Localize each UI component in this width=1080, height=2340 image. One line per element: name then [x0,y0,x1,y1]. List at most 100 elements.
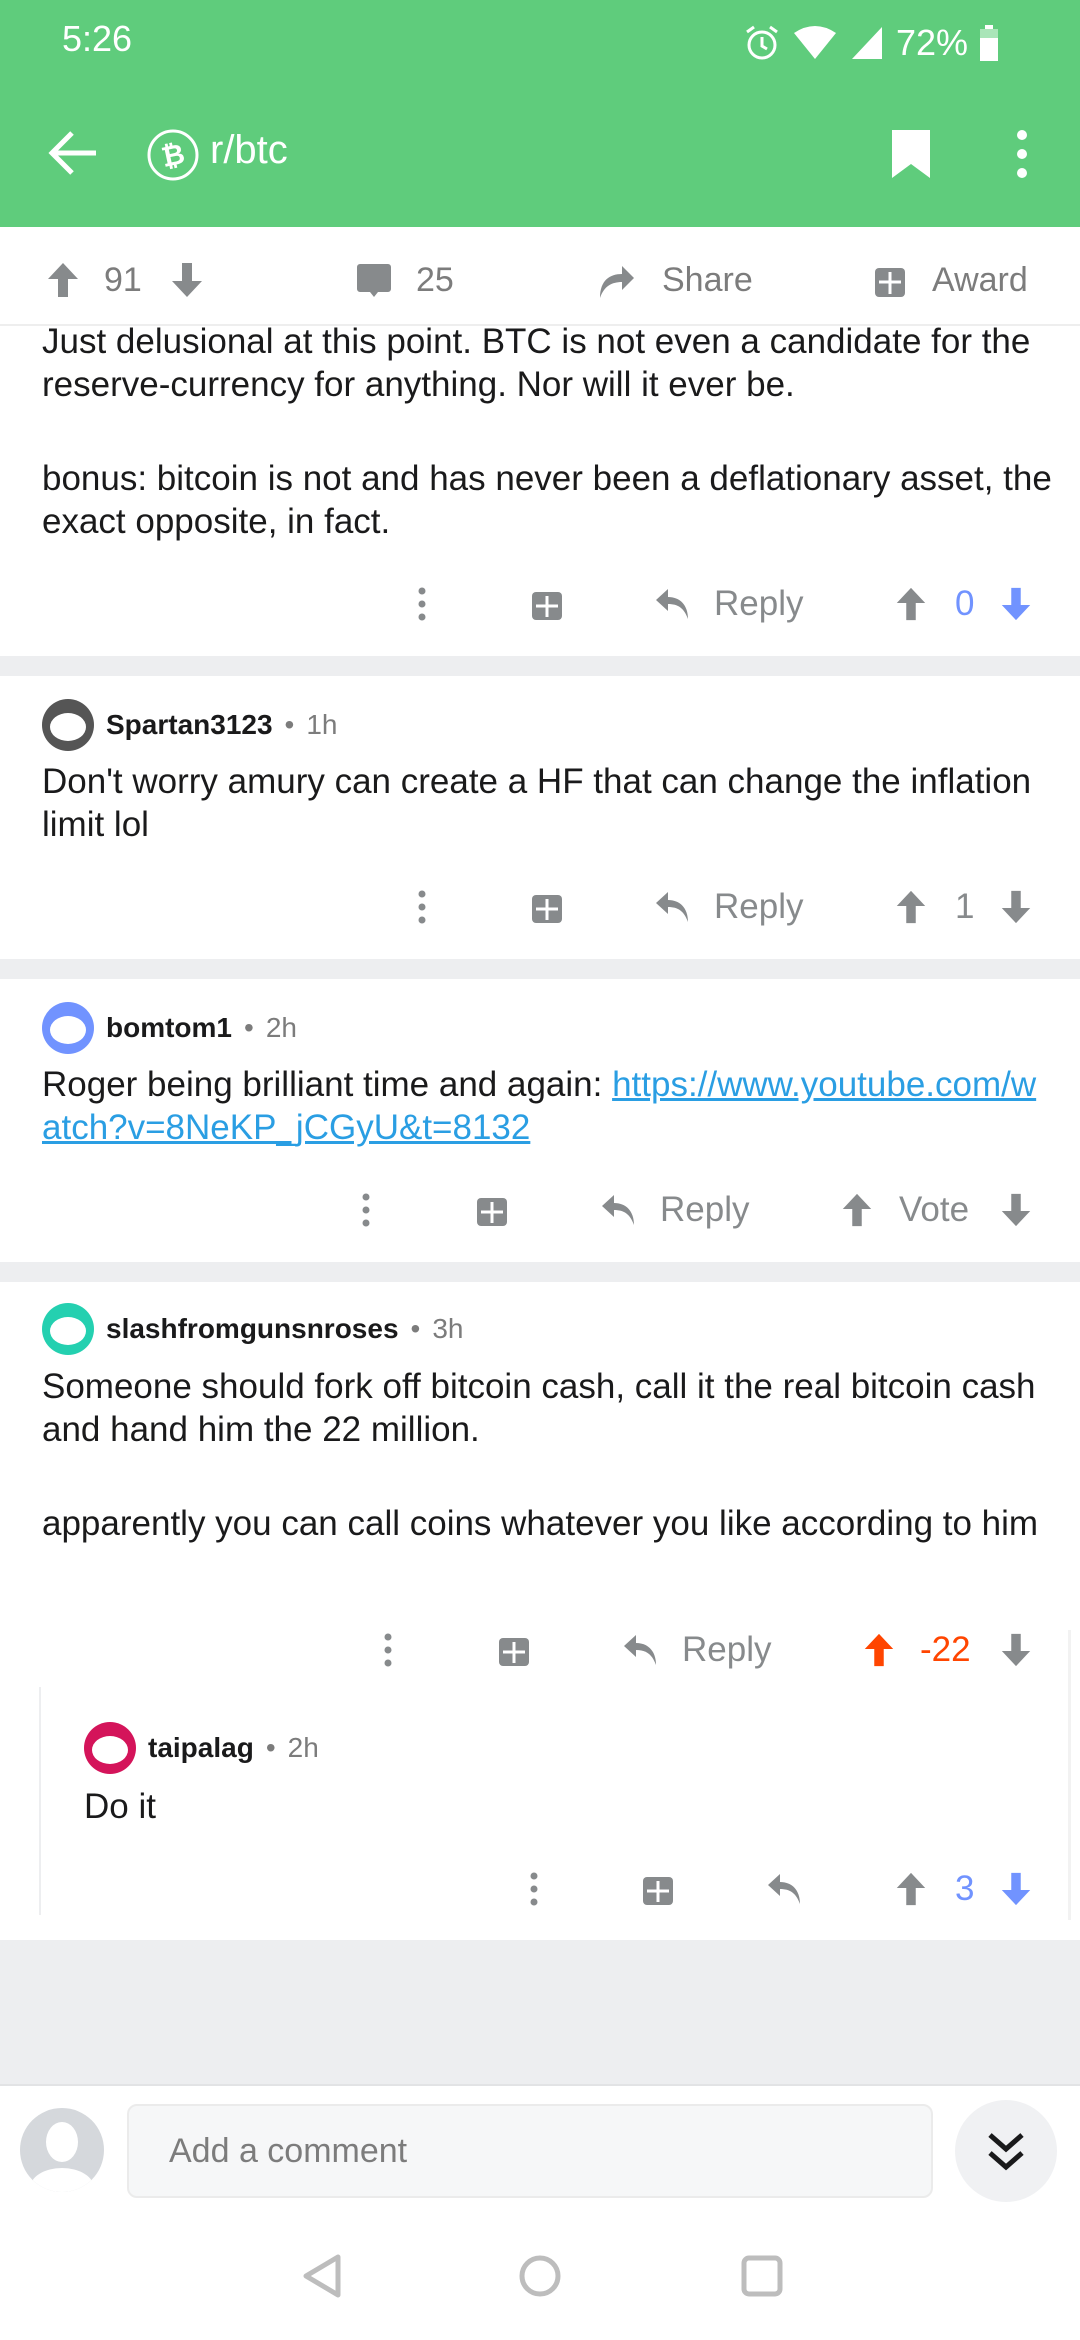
comment-paragraph: apparently you can call coins whatever y… [42,1504,1039,1543]
back-arrow-icon[interactable] [48,130,98,176]
downvote-icon [1001,890,1031,924]
comment-score: -22 [920,1630,971,1669]
comment-input[interactable]: Add a comment [127,2104,933,2198]
more-options-button[interactable] [356,1185,376,1235]
upvote-icon [842,1193,872,1227]
upvote-button[interactable] [862,1625,896,1675]
signal-icon [852,27,882,59]
comment-time: 2h [287,1732,319,1763]
comment-separator [0,1262,1080,1282]
reply-label: Reply [714,584,804,623]
more-options-button[interactable] [524,1864,544,1914]
comment-author[interactable]: Spartan3123 [106,709,273,741]
reply-button[interactable]: Reply [622,1625,771,1675]
comment-time: 3h [432,1313,464,1344]
avatar[interactable] [42,1002,94,1054]
downvote-button[interactable] [999,1185,1033,1235]
comment-icon [357,264,391,297]
reply-button[interactable] [766,1864,804,1914]
downvote-button[interactable] [999,579,1033,629]
comment-time: 2h [265,1012,297,1043]
upvote-button[interactable] [894,1864,928,1914]
comment-author[interactable]: slashfromgunsnroses [106,1313,399,1345]
next-comment-button[interactable] [955,2100,1057,2202]
more-options-icon [530,1872,538,1906]
comment-author[interactable]: bomtom1 [106,1012,232,1044]
more-options-button[interactable] [412,579,432,629]
more-options-button[interactable] [412,882,432,932]
share-label: Share [662,260,753,299]
nav-recents-icon[interactable] [740,2254,784,2298]
more-options-icon [362,1193,370,1227]
comment-paragraph: bonus: bitcoin is not and has never been… [42,459,1052,541]
avatar[interactable] [42,699,94,751]
award-button[interactable] [531,882,563,932]
upvote-button[interactable] [894,882,928,932]
comment-body: Just delusional at this point. BTC is no… [42,320,1052,543]
upvote-icon [896,1872,926,1906]
share-button[interactable]: Share [596,255,753,305]
award-button[interactable] [531,579,563,629]
upvote-button[interactable] [894,579,928,629]
upvote-button[interactable] [46,255,80,305]
downvote-icon [1001,1193,1031,1227]
comment-score: 3 [955,1869,975,1908]
more-options-button[interactable] [378,1625,398,1675]
svg-text:₿: ₿ [159,138,188,173]
more-options-icon [418,587,426,621]
reply-button[interactable]: Reply [654,882,803,932]
comment-header: taipalag • 2h [84,1722,319,1774]
comment-count: 25 [416,260,454,299]
battery-percent: 72% [896,22,969,63]
status-icons: 72% [744,22,999,64]
battery-icon [980,25,999,61]
downvote-button[interactable] [170,255,204,305]
upvote-button[interactable] [840,1185,874,1235]
comments-button[interactable]: 25 [356,255,454,305]
award-button[interactable] [476,1185,508,1235]
avatar[interactable] [42,1303,94,1355]
comment-actions: Reply 0 [0,579,1080,629]
comment-time: 1h [306,709,338,740]
downvote-button[interactable] [999,1625,1033,1675]
gift-icon [875,268,905,297]
reply-label: Reply [714,887,804,926]
reply-button[interactable]: Reply [654,579,803,629]
list-end-area [0,1940,1080,2086]
comment-paragraph: Do it [84,1787,156,1826]
subreddit-name[interactable]: r/btc [210,128,288,173]
double-chevron-down-icon [988,2133,1024,2171]
award-button[interactable] [642,1864,674,1914]
comment-author[interactable]: taipalag [148,1732,254,1764]
nav-back-icon[interactable] [300,2253,344,2299]
comment-header: Spartan3123 • 1h [42,699,338,751]
award-button[interactable] [498,1625,530,1675]
downvote-button[interactable] [999,1864,1033,1914]
upvote-icon [48,263,78,297]
avatar[interactable] [84,1722,136,1774]
bitcoin-cash-icon: ₿ [147,129,199,181]
more-options-icon[interactable] [1012,130,1032,178]
comment-actions: Reply -22 [0,1625,1080,1675]
comment-body: Do it [84,1785,1044,1828]
comment-paragraph: Just delusional at this point. BTC is no… [42,322,1031,404]
award-button[interactable]: Award [874,255,1028,305]
comment-separator [0,959,1080,979]
award-label: Award [932,260,1028,299]
nav-home-icon[interactable] [518,2254,562,2298]
vote-label: Vote [899,1190,970,1229]
downvote-icon [1001,587,1031,621]
comment-score: 1 [955,887,975,926]
bookmark-icon[interactable] [890,128,932,180]
downvote-button[interactable] [999,882,1033,932]
comment-actions: Reply Vote [0,1185,1080,1235]
reply-button[interactable]: Reply [600,1185,749,1235]
gift-icon [532,895,562,923]
comment-header: slashfromgunsnroses • 3h [42,1303,464,1355]
comment-actions: 3 [0,1864,1080,1914]
share-icon [600,266,634,298]
reply-icon [656,892,688,922]
post-score: 91 [104,260,142,299]
upvote-icon [896,890,926,924]
reply-icon [624,1635,656,1665]
